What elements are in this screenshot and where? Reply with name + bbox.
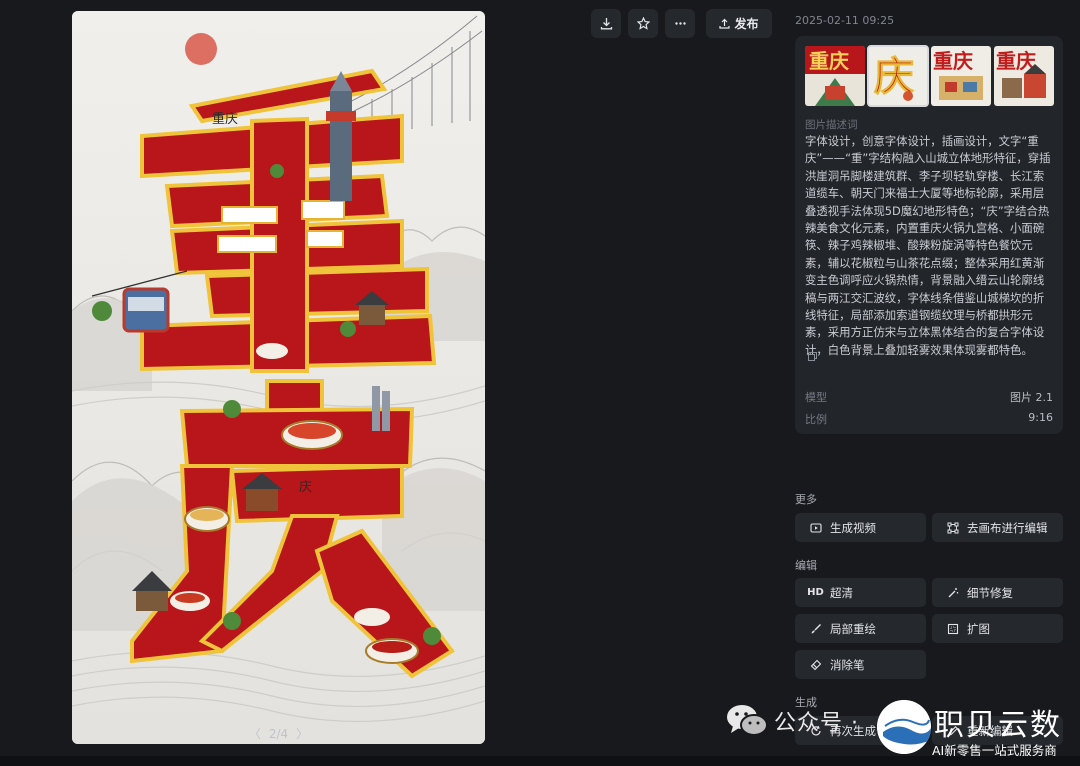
upscale-button[interactable]: HD 超清 [795,578,926,607]
edit-in-canvas-label: 去画布进行编辑 [967,520,1048,535]
upload-icon [719,18,731,29]
model-value: 图片 2.1 [1010,391,1053,404]
eraser-label: 消除笔 [830,657,865,672]
brush-icon [811,623,821,633]
eraser-icon [810,659,821,670]
inpaint-button[interactable]: 局部重绘 [795,614,926,643]
edit-in-canvas-button[interactable]: 去画布进行编辑 [932,513,1063,542]
generated-poster-image: 重庆 庆 [72,11,485,744]
thumbnail-3-text: 重庆 [933,49,973,73]
more-options-button[interactable] [665,9,695,38]
watermark-brand-name: 职贝云数 [934,708,1062,743]
ratio-row: 比例 9:16 [805,411,1053,427]
upscale-label: 超清 [830,585,853,600]
publish-label: 发布 [734,17,759,31]
ratio-value: 9:16 [1028,411,1053,424]
model-row: 模型 图片 2.1 [805,389,1053,405]
model-label: 模型 [805,391,827,404]
poster-stamp-text: 重庆 [212,111,238,127]
brand-logo [877,700,931,754]
publish-button[interactable]: 发布 [706,9,772,38]
thumbnail-strip: 重庆 庆 重庆 重庆 [805,45,1054,107]
pager-prev-button[interactable]: 〈 [249,727,261,741]
favorite-button[interactable] [628,9,658,38]
inpaint-label: 局部重绘 [830,621,876,636]
prompt-description: 字体设计，创意字体设计，插画设计，文字“重庆”——“重”字结构融入山城立体地形特… [805,134,1051,357]
eraser-button[interactable]: 消除笔 [795,650,926,679]
thumbnail-1-text: 重庆 [809,49,849,73]
thumbnail-3[interactable]: 重庆 [931,46,991,106]
canvas-icon [947,522,958,533]
description-label: 图片描述词 [805,119,858,131]
image-pager[interactable]: 〈 2/4 〉 [72,725,485,742]
image-toolbar [591,9,695,38]
thumbnail-2-selected[interactable]: 庆 [867,45,929,107]
download-icon [600,18,612,30]
pager-next-button[interactable]: 〉 [296,727,308,741]
watermark-overlay: 公众号 · 职贝云数 AI新零售一站式服务商 [722,698,1080,760]
app-frame: 重庆 庆 〈 2/4 〉 发布 2025-02-11 09:25 重庆 庆 重庆… [0,0,1080,766]
edit-section-label: 编辑 [795,559,817,572]
more-icon [674,22,686,25]
detail-repair-button[interactable]: 细节修复 [932,578,1063,607]
expand-icon [947,623,958,634]
watermark-gzh-text: 公众号 · [774,711,859,736]
ratio-label: 比例 [805,413,827,426]
video-icon [809,522,822,533]
wechat-icon [727,705,768,736]
detail-repair-label: 细节修复 [967,585,1013,600]
bottom-strip [0,756,1080,766]
magic-wand-icon [948,587,958,597]
generation-timestamp: 2025-02-11 09:25 [795,14,895,27]
svg-text:庆: 庆 [299,480,312,495]
image-viewer[interactable]: 重庆 庆 〈 2/4 〉 [72,11,485,744]
star-icon [636,17,650,30]
thumbnail-1[interactable]: 重庆 [805,46,865,106]
generate-video-button[interactable]: 生成视频 [795,513,926,542]
more-section-label: 更多 [795,493,817,506]
expand-label: 扩图 [967,621,990,636]
details-card: 重庆 庆 重庆 重庆 图片描述词 字体设计，创意字体设计，插画设计，文字“重庆”… [795,36,1063,434]
generate-video-label: 生成视频 [830,520,876,535]
thumbnail-4[interactable]: 重庆 [994,46,1054,106]
download-button[interactable] [591,9,621,38]
hd-icon: HD [807,587,824,598]
copy-icon[interactable] [808,352,817,361]
pager-text: 2/4 [268,727,289,741]
expand-button[interactable]: 扩图 [932,614,1063,643]
